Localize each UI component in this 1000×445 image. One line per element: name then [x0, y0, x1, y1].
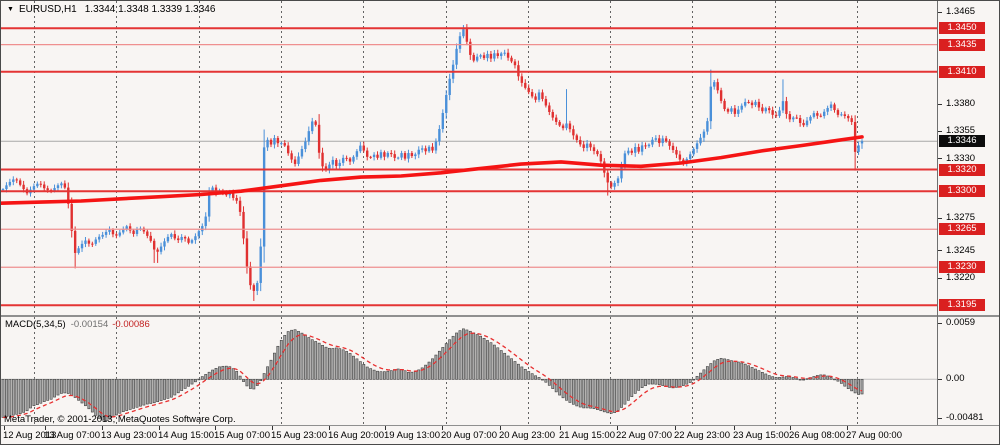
macd-indicator-label: MACD(5,34,5) -0.00154-0.00086	[5, 319, 150, 330]
candlestick-series	[2, 24, 863, 301]
pane-separator[interactable]	[1, 315, 999, 317]
horizontal-level-lines[interactable]	[1, 28, 937, 305]
price-level-badge: 1.3265	[939, 223, 985, 235]
time-tick-label: 16 Aug 20:00	[328, 430, 384, 441]
price-tickmark	[938, 158, 942, 159]
chart-header: ▼ EURUSD,H1 1.3344 1.3348 1.3339 1.3346	[7, 4, 215, 15]
price-tickmark	[938, 278, 942, 279]
time-tick-label: 20 Aug 23:00	[499, 430, 555, 441]
macd-value: -0.00154	[71, 319, 109, 330]
price-axis[interactable]: 1.34651.33801.33551.33301.32751.32451.32…	[938, 1, 1000, 425]
time-tick-label: 15 Aug 23:00	[271, 430, 327, 441]
macd-tick-label: -0.00481	[946, 412, 984, 423]
time-tick-label: 27 Aug 00:00	[846, 430, 902, 441]
macd-tick-label: 0.0059	[946, 317, 975, 328]
chart-window: ▼ EURUSD,H1 1.3344 1.3348 1.3339 1.3346 MA…	[0, 0, 1000, 445]
price-tick-label: 1.3330	[946, 153, 975, 164]
price-tickmark	[938, 12, 942, 13]
time-tick-label: 13 Aug 23:00	[101, 430, 157, 441]
price-level-badge: 1.3230	[939, 261, 985, 273]
price-level-badge: 1.3435	[939, 39, 985, 51]
macd-name: MACD(5,34,5)	[5, 319, 66, 330]
price-level-badge: 1.3410	[939, 66, 985, 78]
time-tick-label: 20 Aug 07:00	[441, 430, 497, 441]
price-pane[interactable]: ▼ EURUSD,H1 1.3344 1.3348 1.3339 1.3346	[1, 1, 937, 315]
time-tick-label: 22 Aug 23:00	[674, 430, 730, 441]
price-tickmark	[938, 250, 942, 251]
price-level-badge: 1.3320	[939, 164, 985, 176]
macd-tickmark	[938, 323, 942, 324]
macd-pane[interactable]: MACD(5,34,5) -0.00154-0.00086 MetaTrader,…	[1, 317, 937, 425]
price-tick-label: 1.3465	[946, 6, 975, 17]
price-tick-label: 1.3245	[946, 245, 975, 256]
price-tickmark	[938, 131, 942, 132]
price-level-badge: 1.3300	[939, 185, 985, 197]
watermark: MetaTrader, © 2001-2013, MetaQuotes Soft…	[4, 414, 236, 425]
price-tick-label: 1.3380	[946, 98, 975, 109]
price-level-badge: 1.3450	[939, 22, 985, 34]
price-chart-canvas	[1, 1, 937, 315]
macd-signal-value: -0.00086	[112, 319, 150, 330]
current-price-badge: 1.3346	[939, 135, 985, 147]
time-axis[interactable]: 12 Aug 201313 Aug 07:0013 Aug 23:0014 Au…	[1, 426, 937, 445]
macd-tickmark	[938, 379, 942, 380]
vertical-gridlines	[35, 1, 858, 315]
macd-tickmark	[938, 418, 942, 419]
time-tick-label: 21 Aug 15:00	[559, 430, 615, 441]
symbol-label: EURUSD,H1	[19, 4, 77, 15]
time-tick-label: 13 Aug 07:00	[44, 430, 100, 441]
time-tick-label: 22 Aug 07:00	[616, 430, 672, 441]
time-tick-label: 15 Aug 07:00	[214, 430, 270, 441]
time-tick-label: 23 Aug 15:00	[733, 430, 789, 441]
macd-tick-label: 0.00	[946, 373, 965, 384]
price-level-badge: 1.3195	[939, 299, 985, 311]
price-tickmark	[938, 104, 942, 105]
macd-chart-canvas	[1, 317, 937, 425]
price-tick-label: 1.3220	[946, 272, 975, 283]
time-tick-label: 14 Aug 15:00	[158, 430, 214, 441]
price-tick-label: 1.3275	[946, 212, 975, 223]
ohlc-values: 1.3344 1.3348 1.3339 1.3346	[85, 4, 216, 15]
symbol-dropdown-icon[interactable]: ▼	[7, 6, 14, 13]
macd-histogram	[2, 329, 863, 421]
time-tick-label: 19 Aug 13:00	[384, 430, 440, 441]
price-tickmark	[938, 218, 942, 219]
time-tick-label: 26 Aug 08:00	[789, 430, 845, 441]
